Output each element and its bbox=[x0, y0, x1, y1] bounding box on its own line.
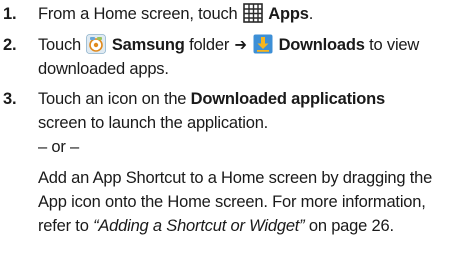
step-text: Touch an icon on the bbox=[38, 90, 191, 108]
downloaded-applications-label: Downloaded applications bbox=[190, 90, 386, 108]
or-separator: – or – bbox=[38, 138, 79, 156]
step-line: App icon onto the Home screen. For more … bbox=[38, 193, 426, 211]
step-line: Touch an icon on the Downloaded applicat… bbox=[38, 87, 472, 111]
step-line: refer to “Adding a Shortcut or Widget” o… bbox=[38, 214, 472, 238]
step-number: 1. bbox=[3, 5, 17, 23]
apps-label: Apps bbox=[268, 5, 309, 23]
step-text: to view bbox=[364, 36, 420, 54]
arrow-icon: ➔ bbox=[234, 36, 247, 54]
step-text: . bbox=[308, 5, 314, 23]
step-number: 3. bbox=[3, 90, 17, 108]
step-line: screen to launch the application. bbox=[38, 114, 269, 132]
samsung-folder-icon bbox=[86, 34, 107, 54]
cross-reference-link[interactable]: “Adding a Shortcut or Widget” bbox=[93, 217, 305, 235]
apps-grid-icon bbox=[243, 3, 263, 23]
step-text: From a Home screen, touch bbox=[38, 5, 242, 23]
step-text: folder bbox=[184, 36, 234, 54]
step-line: Touch Samsung folder ➔ Downloads to view bbox=[38, 33, 472, 57]
step-line: From a Home screen, touch Apps. bbox=[38, 2, 472, 26]
step-line: Add an App Shortcut to a Home screen by … bbox=[38, 169, 433, 187]
step-body: Touch an icon on the Downloaded applicat… bbox=[38, 87, 472, 238]
step-text: on page 26. bbox=[304, 217, 394, 235]
step-number: 2. bbox=[3, 36, 17, 54]
step-body: Touch Samsung folder ➔ Downloads to view… bbox=[38, 33, 472, 81]
samsung-label: Samsung bbox=[111, 36, 185, 54]
step-text: refer to bbox=[38, 217, 94, 235]
downloads-label: Downloads bbox=[278, 36, 365, 54]
step-body: From a Home screen, touch Apps. bbox=[38, 2, 472, 26]
downloads-icon bbox=[253, 34, 273, 54]
step-line: downloaded apps. bbox=[38, 60, 169, 78]
step-text: Touch bbox=[38, 36, 86, 54]
